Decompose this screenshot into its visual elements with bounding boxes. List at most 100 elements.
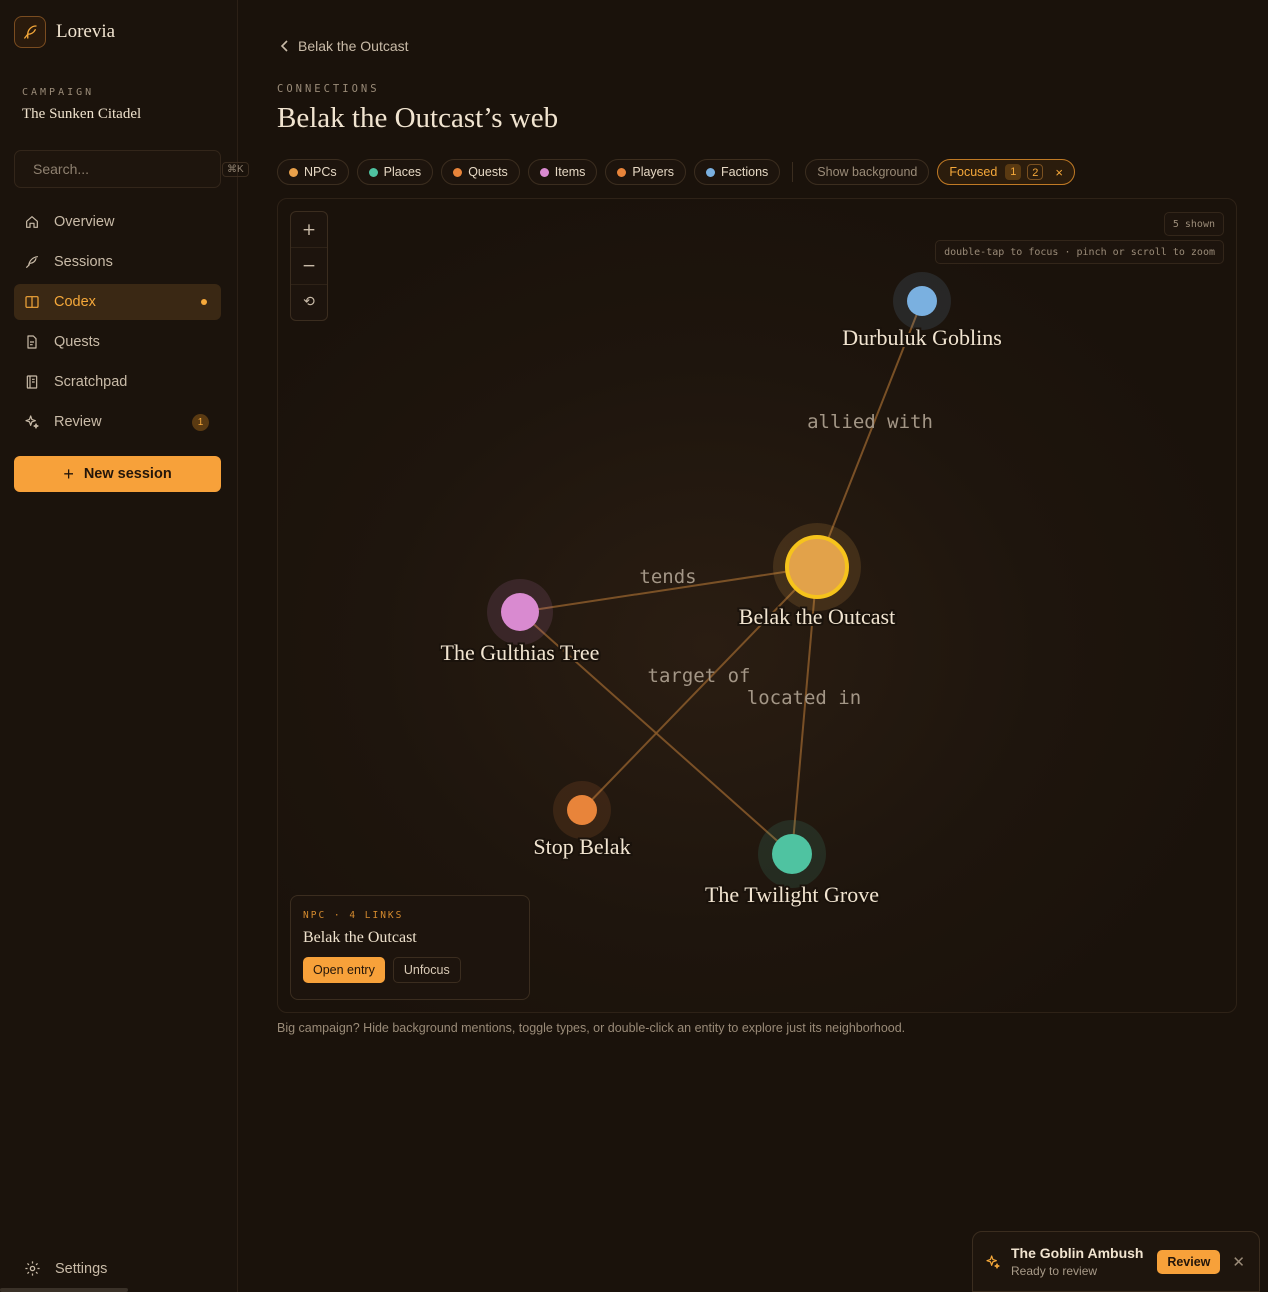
- chip-label: Quests: [468, 165, 508, 179]
- toast-subtitle: Ready to review: [1011, 1264, 1098, 1278]
- sidebar-item-review[interactable]: Review 1: [14, 404, 221, 440]
- graph-node-goblins[interactable]: Durbuluk Goblins: [840, 272, 1004, 352]
- color-dot: [368, 167, 378, 177]
- close-icon[interactable]: ✕: [1230, 1253, 1247, 1271]
- sidebar-item-scratchpad[interactable]: Scratchpad: [14, 364, 221, 400]
- graph-node-stop[interactable]: Stop Belak: [531, 781, 633, 861]
- color-dot: [289, 167, 298, 177]
- sparkle-icon: [986, 1254, 1000, 1269]
- sidebar: Lorevia CAMPAIGN The Sunken Citadel ⌘K O…: [0, 0, 249, 1292]
- graph-node-grove[interactable]: The Twilight Grove: [703, 820, 881, 909]
- brand-name: Lorevia: [56, 21, 116, 42]
- search-box[interactable]: ⌘K: [14, 150, 249, 188]
- back-label: Belak the Outcast: [298, 38, 409, 54]
- chip-label: Factions: [721, 165, 769, 179]
- node-label: The Twilight Grove: [705, 882, 879, 907]
- filter-bar: NPCs Places Quests Items Players Faction…: [277, 159, 1075, 185]
- entity-info-card: NPC · 4 LINKS Belak the Outcast Open ent…: [290, 895, 530, 1000]
- sparkle-icon: [25, 415, 39, 429]
- campaign-name[interactable]: The Sunken Citadel: [22, 106, 141, 123]
- chip-label: Items: [554, 165, 586, 179]
- reset-view-button[interactable]: ⟲: [291, 285, 327, 320]
- zoom-controls: + − ⟲: [290, 211, 328, 321]
- filter-chip-places[interactable]: Places: [356, 159, 434, 185]
- color-dot: [617, 167, 627, 177]
- node-circle[interactable]: [501, 593, 539, 631]
- zoom-in-button[interactable]: +: [291, 212, 327, 249]
- chip-label: Players: [632, 165, 675, 179]
- sidebar-item-codex[interactable]: Codex: [14, 284, 221, 320]
- search-input[interactable]: [33, 161, 214, 177]
- filter-chip-items[interactable]: Items: [527, 159, 598, 185]
- sidebar-item-quests[interactable]: Quests: [14, 324, 221, 360]
- back-link[interactable]: Belak the Outcast: [280, 38, 409, 54]
- sidebar-item-sessions[interactable]: Sessions: [14, 244, 221, 280]
- sidebar-nav: Overview Sessions Codex Quests Scratchpa…: [14, 204, 221, 444]
- search-shortcut: ⌘K: [222, 161, 249, 177]
- review-toast: The Goblin Ambush Ready to review Review…: [972, 1231, 1260, 1292]
- chip-label: NPCs: [304, 165, 337, 179]
- node-label: Belak the Outcast: [739, 604, 895, 629]
- sidebar-item-label: Quests: [54, 334, 100, 350]
- graph-canvas[interactable]: allied with tends target of located in Belak…: [277, 198, 1237, 1013]
- feather-icon: [26, 256, 38, 268]
- node-circle[interactable]: [785, 535, 849, 599]
- toast-title: The Goblin Ambush: [1011, 1245, 1144, 1261]
- filter-chip-quests[interactable]: Quests: [441, 159, 520, 185]
- entity-meta: NPC · 4 LINKS: [303, 910, 404, 921]
- node-label: The Gulthias Tree: [441, 640, 600, 665]
- new-session-button[interactable]: + New session: [14, 456, 221, 492]
- sidebar-item-label: Overview: [54, 214, 115, 230]
- chip-label: Focused: [949, 165, 998, 179]
- node-label: Stop Belak: [533, 834, 630, 859]
- home-icon: [26, 216, 38, 228]
- book-icon: [25, 296, 39, 308]
- graph-node-tree[interactable]: The Gulthias Tree: [439, 579, 601, 667]
- plus-icon: +: [63, 463, 74, 484]
- chip-label: Show background: [817, 165, 918, 179]
- chip-label: Places: [383, 165, 422, 179]
- interaction-hint: double-tap to focus · pinch or scroll to…: [935, 240, 1224, 264]
- filter-chip-factions[interactable]: Factions: [694, 159, 781, 185]
- toast-review-button[interactable]: Review: [1157, 1249, 1221, 1274]
- clear-focus-icon[interactable]: ×: [1055, 165, 1063, 180]
- focus-depth-1[interactable]: 1: [1005, 164, 1022, 180]
- sidebar-item-label: Scratchpad: [54, 374, 128, 390]
- sidebar-item-overview[interactable]: Overview: [14, 204, 221, 240]
- node-label: Durbuluk Goblins: [842, 325, 1002, 350]
- notebook-icon: [26, 375, 38, 389]
- color-dot: [706, 167, 716, 177]
- campaign-label: CAMPAIGN: [22, 87, 95, 98]
- open-entry-button[interactable]: Open entry: [303, 957, 385, 983]
- node-circle[interactable]: [907, 286, 937, 316]
- gear-icon: [25, 1261, 40, 1276]
- settings-link[interactable]: Settings: [24, 1260, 107, 1277]
- graph-svg[interactable]: allied with tends target oflocated in Belak…: [278, 199, 1237, 1013]
- node-circle[interactable]: [772, 834, 812, 874]
- zoom-out-button[interactable]: −: [291, 248, 327, 285]
- brand[interactable]: Lorevia: [14, 16, 115, 48]
- focused-chip[interactable]: Focused 1 2 ×: [937, 159, 1075, 185]
- edge-label: tends: [639, 566, 696, 588]
- edge-label: located in: [747, 687, 861, 709]
- sidebar-item-label: Review: [54, 414, 102, 430]
- edge-label: allied with: [807, 411, 933, 433]
- page-title: Belak the Outcast’s web: [277, 102, 559, 134]
- document-icon: [27, 335, 37, 349]
- section-label: CONNECTIONS: [277, 83, 380, 95]
- horizontal-scrollbar[interactable]: [0, 1288, 128, 1292]
- node-circle[interactable]: [567, 795, 597, 825]
- edge-label: target of: [648, 665, 751, 687]
- divider: [792, 162, 794, 182]
- unfocus-button[interactable]: Unfocus: [392, 957, 461, 983]
- focus-depth-2[interactable]: 2: [1027, 164, 1044, 180]
- filter-chip-npcs[interactable]: NPCs: [277, 159, 349, 185]
- entity-name: Belak the Outcast: [303, 929, 417, 946]
- shown-count: 5 shown: [1163, 212, 1224, 236]
- footnote: Big campaign? Hide background mentions, …: [277, 1021, 906, 1035]
- show-background-toggle[interactable]: Show background: [805, 159, 930, 185]
- filter-chip-players[interactable]: Players: [605, 159, 687, 185]
- active-indicator: [201, 299, 207, 305]
- color-dot: [539, 167, 549, 177]
- settings-label: Settings: [55, 1260, 108, 1277]
